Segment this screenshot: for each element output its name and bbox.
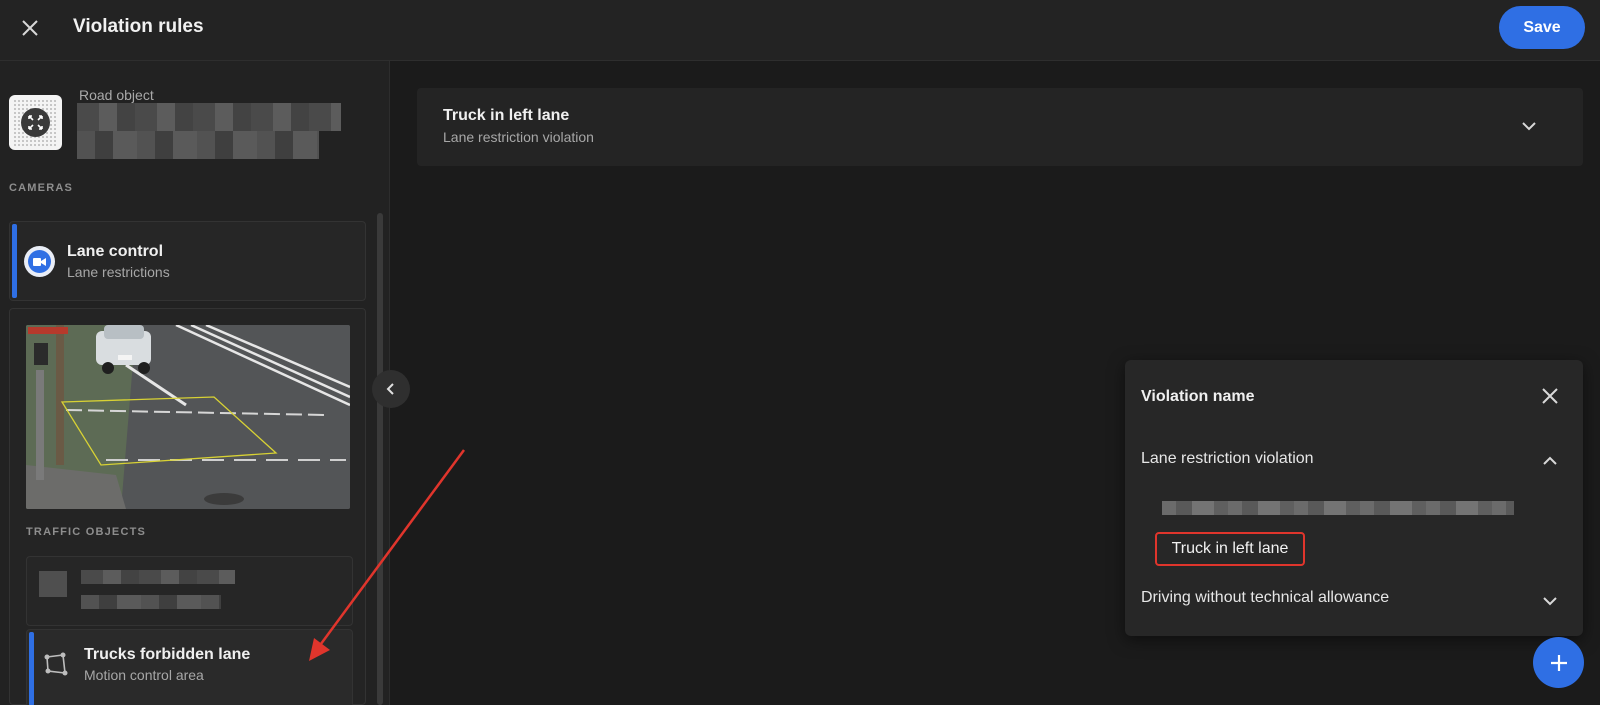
violation-name-dropdown: Violation name Lane restriction violatio… — [1125, 360, 1583, 636]
traffic-objects-section-label: TRAFFIC OBJECTS — [26, 526, 147, 538]
selected-object-title: Trucks forbidden lane — [84, 646, 251, 663]
chevron-down-icon[interactable] — [1518, 115, 1540, 137]
option-truck-in-left-lane[interactable]: Truck in left lane — [1155, 532, 1305, 566]
redacted-option[interactable] — [1162, 501, 1514, 515]
sidebar: Road object CAMERAS Lane control Lane re… — [0, 61, 390, 705]
chevron-down-icon[interactable] — [1539, 590, 1561, 612]
road-object-label: Road object — [79, 87, 154, 103]
video-camera-icon — [24, 246, 55, 277]
chevron-left-icon — [386, 383, 394, 395]
traffic-object-trucks-forbidden-lane[interactable]: Trucks forbidden lane Motion control are… — [26, 629, 353, 705]
camera-preview-image[interactable] — [26, 325, 350, 509]
page-title: Violation rules — [73, 16, 204, 37]
group-lane-restriction-violation[interactable]: Lane restriction violation — [1141, 450, 1314, 468]
redacted-object-address — [77, 131, 319, 159]
collapse-sidebar-button[interactable] — [372, 370, 410, 408]
rule-subtitle: Lane restriction violation — [443, 129, 594, 145]
redacted-object-subtitle — [81, 595, 221, 609]
chevron-up-icon[interactable] — [1539, 450, 1561, 472]
selected-object-subtitle: Motion control area — [84, 667, 204, 683]
camera-preview-card: TRAFFIC OBJECTS Trucks forbidden lane Mo… — [9, 308, 366, 705]
dropdown-title: Violation name — [1141, 388, 1255, 405]
close-icon[interactable] — [1539, 385, 1561, 407]
violation-rule-panel[interactable]: Truck in left lane Lane restriction viol… — [417, 88, 1583, 166]
top-bar: Violation rules Save — [0, 0, 1600, 61]
selected-indicator — [29, 632, 34, 705]
save-button[interactable]: Save — [1499, 6, 1585, 49]
redacted-object-icon — [39, 571, 67, 597]
camera-icon-inner — [28, 250, 51, 273]
rule-title: Truck in left lane — [443, 107, 570, 124]
camera-title: Lane control — [67, 243, 164, 260]
road-object-thumbnail[interactable] — [9, 95, 62, 150]
redacted-object-name — [77, 103, 341, 131]
polygon-icon — [44, 652, 68, 676]
plus-icon — [1550, 654, 1567, 671]
camera-item-lane-control[interactable]: Lane control Lane restrictions — [9, 221, 366, 301]
sidebar-scrollbar[interactable] — [377, 213, 383, 705]
selected-indicator — [12, 224, 17, 298]
redacted-object-title — [81, 570, 235, 584]
group-driving-without-technical-allowance[interactable]: Driving without technical allowance — [1141, 589, 1389, 607]
traffic-object-item[interactable] — [26, 556, 353, 626]
add-rule-button[interactable] — [1533, 637, 1584, 688]
camera-subtitle: Lane restrictions — [67, 264, 170, 280]
expand-arrows-icon — [21, 108, 50, 137]
close-icon[interactable] — [18, 16, 42, 40]
cameras-section-label: CAMERAS — [9, 182, 74, 194]
